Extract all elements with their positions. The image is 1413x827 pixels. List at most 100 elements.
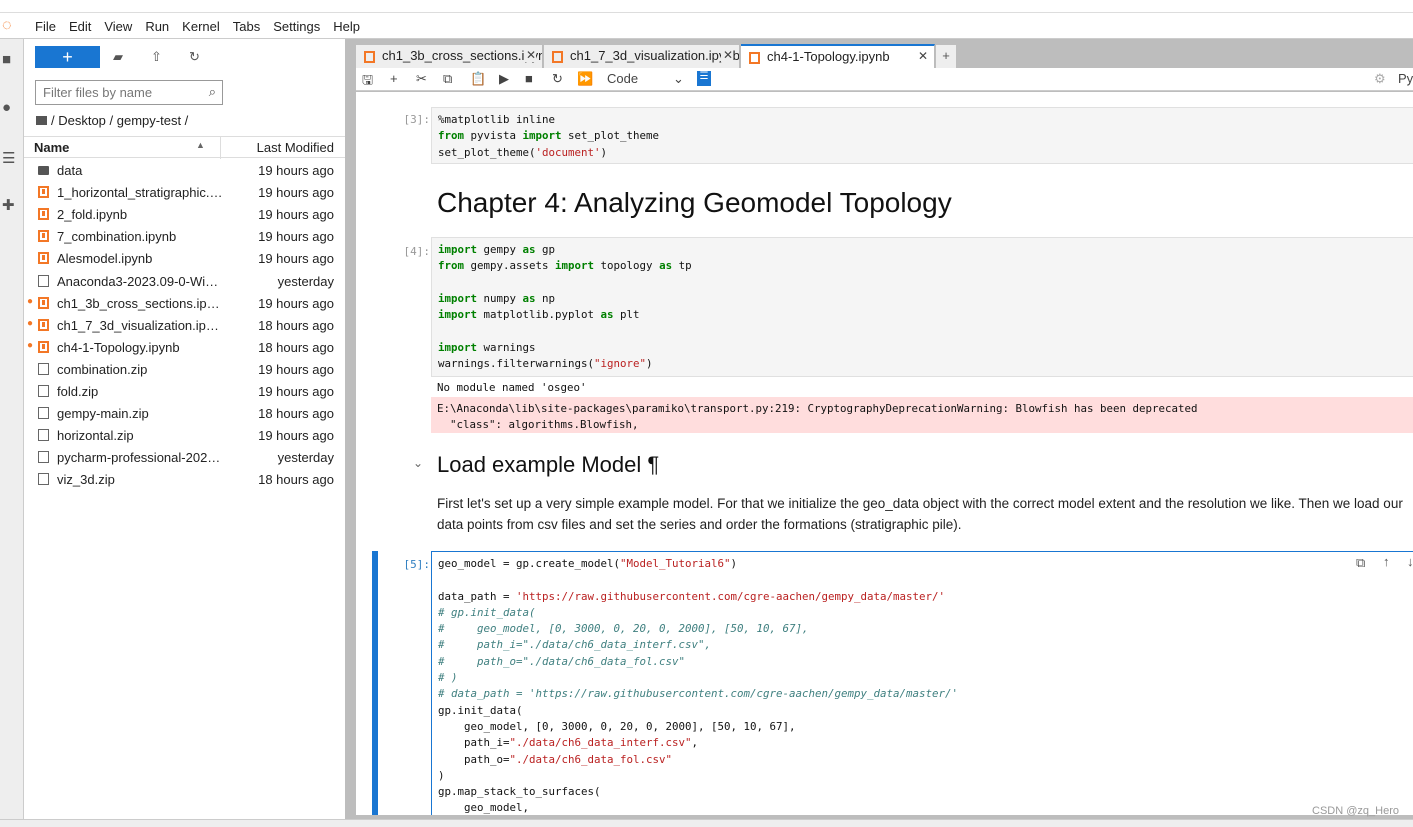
tab-label: ch1_3b_cross_sections.ipynb: [382, 48, 543, 63]
search-icon: ⌕: [208, 84, 216, 99]
file-item[interactable]: ● ch1_7_3d_visualization.ipynb 18 hours ag…: [24, 315, 345, 337]
file-item[interactable]: 7_combination.ipynb 19 hours ago: [24, 226, 345, 248]
notebook-toolbar: 🖫 + ✂ ⧉ 📋 ▶ ■ ↻ ⏩ Code ⌄ ☰ ⚙ Py: [356, 68, 1413, 91]
menu-tabs[interactable]: Tabs: [233, 19, 260, 34]
close-icon[interactable]: ✕: [918, 49, 928, 63]
file-modified: 19 hours ago: [258, 207, 334, 223]
upload-icon[interactable]: ⇧: [151, 49, 162, 65]
extension-icon[interactable]: ✚: [2, 196, 15, 214]
file-icon: [38, 451, 49, 464]
tab-label: ch1_7_3d_visualization.ipynb: [570, 48, 740, 63]
file-icon: [38, 473, 49, 486]
file-item[interactable]: horizontal.zip 19 hours ago: [24, 425, 345, 447]
collapse-chevron-icon[interactable]: ⌄: [413, 456, 423, 470]
file-modified: 18 hours ago: [258, 317, 334, 333]
sort-ascending-icon[interactable]: ▲: [196, 140, 205, 150]
run-icon[interactable]: ▶: [499, 71, 509, 87]
file-item[interactable]: viz_3d.zip 18 hours ago: [24, 469, 345, 491]
menu-bar: ◌ File Edit View Run Kernel Tabs Setting…: [0, 14, 1413, 39]
duplicate-cell-icon[interactable]: ⧉: [1356, 555, 1365, 571]
file-item[interactable]: data 19 hours ago: [24, 160, 345, 182]
menu-help[interactable]: Help: [333, 19, 360, 34]
run-all-icon[interactable]: ⏩: [577, 71, 593, 87]
stop-icon[interactable]: ■: [525, 71, 533, 86]
add-cell-icon[interactable]: +: [390, 71, 398, 86]
close-icon[interactable]: ✕: [720, 48, 733, 62]
status-bar: [0, 819, 1413, 827]
panel-splitter[interactable]: [345, 39, 352, 819]
code-cell-4[interactable]: import gempy as gp from gempy.assets impo…: [431, 237, 1413, 377]
file-item[interactable]: pycharm-professional-2023.exe yesterday: [24, 447, 345, 469]
file-modified: 19 hours ago: [258, 295, 334, 311]
property-inspector-icon[interactable]: ☰: [697, 71, 711, 86]
filter-input[interactable]: Filter files by name ⌕: [35, 80, 223, 105]
watermark: CSDN @zq_Hero: [1312, 805, 1399, 817]
menu-file[interactable]: File: [35, 19, 56, 34]
file-name: ch1_7_3d_visualization.ipynb: [57, 317, 225, 333]
menu-run[interactable]: Run: [145, 19, 169, 34]
file-item[interactable]: ● ch4-1-Topology.ipynb 18 hours ago: [24, 337, 345, 359]
code-cell-3[interactable]: %matplotlib inline from pyvista import se…: [431, 107, 1413, 164]
cell-type-select[interactable]: Code: [607, 71, 638, 86]
menu-settings[interactable]: Settings: [273, 19, 320, 34]
tab-label: ch4-1-Topology.ipynb: [767, 49, 890, 64]
column-name[interactable]: Name: [34, 140, 69, 155]
code-line: gp.init_data(: [438, 703, 523, 717]
running-icon[interactable]: ●: [2, 99, 11, 116]
file-item[interactable]: gempy-main.zip 18 hours ago: [24, 403, 345, 425]
code-line: from pyvista import set_plot_theme: [438, 129, 660, 143]
breadcrumb[interactable]: / Desktop / gempy-test /: [36, 113, 188, 128]
file-item[interactable]: ● ch1_3b_cross_sections.ipynb 19 hours ago: [24, 293, 345, 315]
jupyter-logo-icon: ◌: [2, 17, 12, 34]
code-line: data_path = 'https://raw.githubuserconte…: [438, 589, 946, 603]
tab-ch4-1-topology[interactable]: ch4-1-Topology.ipynb ✕: [741, 44, 935, 68]
menu-kernel[interactable]: Kernel: [182, 19, 220, 34]
code-cell-5[interactable]: geo_model = gp.create_model("Model_Tutor…: [431, 551, 1413, 815]
paste-icon[interactable]: 📋: [470, 71, 486, 87]
file-modified: 18 hours ago: [258, 406, 334, 422]
active-cell-indicator: [372, 551, 378, 815]
file-item[interactable]: combination.zip 19 hours ago: [24, 359, 345, 381]
file-item[interactable]: Alesmodel.ipynb 19 hours ago: [24, 248, 345, 270]
file-item[interactable]: 2_fold.ipynb 19 hours ago: [24, 204, 345, 226]
code-line: # geo_model, [0, 3000, 0, 20, 0, 2000], …: [438, 622, 809, 636]
new-launcher-button[interactable]: +: [35, 46, 100, 68]
column-last-modified[interactable]: Last Modified: [257, 140, 334, 155]
file-modified: 19 hours ago: [258, 251, 334, 267]
running-indicator-icon: ●: [27, 317, 34, 329]
file-modified: yesterday: [277, 273, 334, 289]
move-up-icon[interactable]: ↑: [1383, 554, 1390, 569]
folder-icon[interactable]: ■: [2, 51, 11, 68]
filter-placeholder: Filter files by name: [43, 85, 153, 100]
file-item[interactable]: 1_horizontal_stratigraphic.ipynb 19 hours…: [24, 182, 345, 204]
restart-icon[interactable]: ↻: [552, 71, 563, 87]
chevron-down-icon[interactable]: ⌄: [673, 71, 684, 87]
move-down-icon[interactable]: ↓: [1407, 554, 1413, 569]
notebook-panel[interactable]: [3]: %matplotlib inline from pyvista impo…: [356, 92, 1413, 815]
toc-icon[interactable]: ☰: [2, 149, 15, 167]
cell-output-stdout: No module named 'osgeo': [437, 381, 587, 394]
cut-icon[interactable]: ✂: [416, 71, 427, 87]
kernel-name[interactable]: Py: [1398, 71, 1413, 86]
tab-ch1-7-3d-visualization[interactable]: ch1_7_3d_visualization.ipynb ✕: [544, 45, 740, 68]
folder-icon: [38, 166, 49, 175]
add-tab-button[interactable]: +: [936, 45, 956, 68]
file-item[interactable]: fold.zip 19 hours ago: [24, 381, 345, 403]
copy-icon[interactable]: ⧉: [443, 71, 452, 87]
file-item[interactable]: Anaconda3-2023.09-0-Windows-x86_64.exe ye…: [24, 271, 345, 293]
menu-view[interactable]: View: [104, 19, 132, 34]
tab-ch1-3b-cross-sections[interactable]: ch1_3b_cross_sections.ipynb ✕: [356, 45, 543, 68]
code-line: # path_i="./data/ch6_data_interf.csv",: [438, 638, 712, 652]
notebook-icon: [38, 318, 49, 331]
file-name: Anaconda3-2023.09-0-Windows-x86_64.exe: [57, 273, 225, 289]
running-indicator-icon: ●: [27, 339, 34, 351]
refresh-icon[interactable]: ↻: [189, 49, 200, 65]
menu-edit[interactable]: Edit: [69, 19, 91, 34]
new-folder-icon[interactable]: ▰: [113, 49, 123, 65]
save-icon[interactable]: 🖫: [362, 71, 373, 93]
breadcrumb-path: / Desktop / gempy-test /: [51, 113, 189, 128]
notebook-icon: [38, 340, 49, 353]
file-modified: 18 hours ago: [258, 472, 334, 488]
close-icon[interactable]: ✕: [523, 48, 536, 62]
